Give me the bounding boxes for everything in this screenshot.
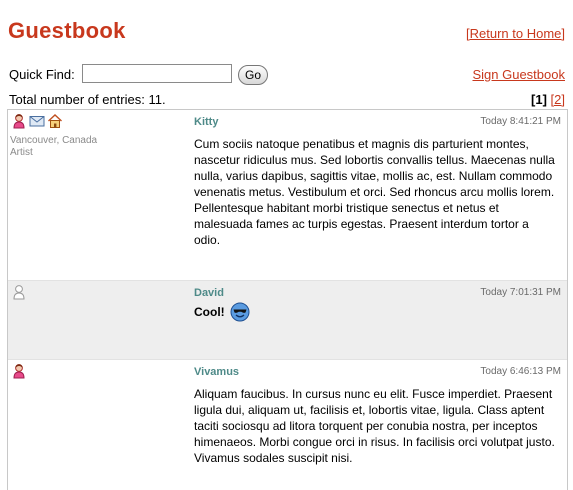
entry-message: Cum sociis natoque penatibus et magnis d… xyxy=(194,137,555,247)
entries-list: Vancouver, Canada Artist Kitty Today 8:4… xyxy=(7,109,568,490)
female-user-icon[interactable] xyxy=(11,113,27,129)
homepage-icon[interactable] xyxy=(47,113,63,129)
entry-time: Today 8:41:21 PM xyxy=(480,116,561,127)
entry-name: Kitty xyxy=(194,116,219,128)
entry-location: Vancouver, Canada xyxy=(10,135,98,146)
pager-bracket-close: ] xyxy=(542,92,547,107)
current-page: 1 xyxy=(535,92,543,107)
go-button[interactable]: Go xyxy=(238,65,268,85)
entry-time: Today 6:46:13 PM xyxy=(480,366,561,377)
entry-message: Aliquam faucibus. In cursus nunc eu elit… xyxy=(194,387,555,465)
guestbook-entry: David Today 7:01:31 PM Cool! xyxy=(8,281,567,360)
entry-name: David xyxy=(194,287,224,299)
pagination: [1] [2] xyxy=(531,92,565,107)
quick-find-input[interactable] xyxy=(82,64,232,83)
male-user-icon[interactable] xyxy=(11,284,27,300)
sign-guestbook-link[interactable]: Sign Guestbook xyxy=(472,67,565,82)
total-entries: Total number of entries: 11. xyxy=(9,92,166,107)
page-title: Guestbook xyxy=(8,18,126,43)
cool-smiley-icon xyxy=(230,302,250,322)
quick-find-label: Quick Find: xyxy=(9,67,75,82)
entry-time: Today 7:01:31 PM xyxy=(480,287,561,298)
guestbook-entry: Vancouver, Canada Artist Kitty Today 8:4… xyxy=(8,110,567,281)
entry-message: Cool! xyxy=(194,305,225,319)
entry-occupation: Artist xyxy=(10,147,33,158)
email-icon[interactable] xyxy=(29,113,45,129)
return-home-link[interactable]: [Return to Home] xyxy=(466,26,565,41)
page-2-link[interactable]: [2] xyxy=(551,92,565,107)
entry-name: Vivamus xyxy=(194,366,240,378)
guestbook-entry: Vivamus Today 6:46:13 PM Aliquam faucibu… xyxy=(8,360,567,490)
female-user-icon[interactable] xyxy=(11,363,27,379)
